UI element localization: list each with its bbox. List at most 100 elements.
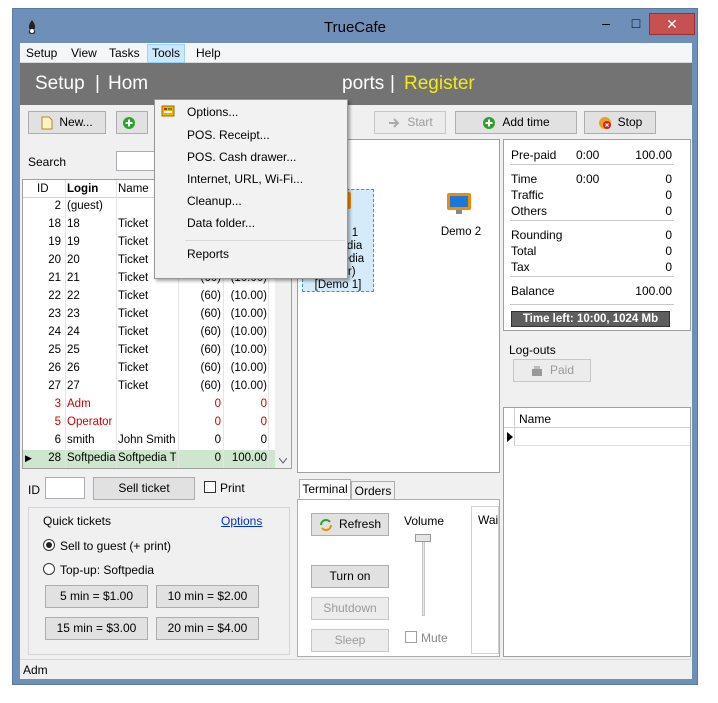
quick-ticket-5min[interactable]: 5 min = $1.00: [45, 585, 148, 608]
billing-amount: 100.00: [635, 148, 672, 162]
billing-amount: 0: [665, 260, 672, 274]
menu-pos-receipt[interactable]: POS. Receipt...: [187, 128, 270, 142]
cell-name: Ticket: [118, 326, 149, 338]
mute-checkbox[interactable]: [405, 631, 417, 643]
menu-options[interactable]: Options...: [187, 105, 238, 119]
cell-a: (60): [200, 344, 221, 356]
cell-id: 2: [54, 200, 61, 212]
column-divider: [116, 180, 117, 468]
billing-divider: [510, 220, 674, 221]
app-window: TrueCafe – □ ✕ Setup View Tasks Tools He…: [12, 8, 698, 685]
billing-amount: 0: [665, 244, 672, 258]
cell-a: (60): [200, 290, 221, 302]
table-row[interactable]: 25 25 Ticket (60) (10.00): [23, 342, 275, 360]
table-row[interactable]: 26 26 Ticket (60) (10.00): [23, 360, 275, 378]
menu-internet[interactable]: Internet, URL, Wi-Fi...: [187, 172, 303, 186]
tab-terminal[interactable]: Terminal: [299, 479, 351, 499]
search-input[interactable]: [116, 151, 156, 171]
quick-ticket-10min[interactable]: 10 min = $2.00: [156, 585, 259, 608]
billing-divider: [510, 304, 674, 305]
cell-name: Ticket: [118, 308, 149, 320]
top-up-label: Top-up: Softpedia: [60, 563, 155, 577]
time-left-indicator: Time left: 10:00, 1024 Mb: [511, 311, 670, 327]
table-row[interactable]: 24 24 Ticket (60) (10.00): [23, 324, 275, 342]
scroll-down-icon[interactable]: [279, 458, 287, 464]
title-bar: TrueCafe – □ ✕: [13, 9, 697, 45]
menu-help[interactable]: Help: [196, 46, 221, 60]
menu-view[interactable]: View: [71, 46, 97, 60]
cell-a: 0: [214, 416, 221, 428]
computer-demo-2[interactable]: Demo 2: [426, 186, 496, 246]
nav-reports[interactable]: ports: [342, 73, 384, 95]
billing-amount: 100.00: [635, 284, 672, 298]
cell-id: 21: [48, 272, 61, 284]
table-row[interactable]: 27 27 Ticket (60) (10.00): [23, 378, 275, 396]
start-button-label: Start: [407, 115, 433, 129]
volume-label: Volume: [404, 514, 445, 528]
maximize-button[interactable]: □: [623, 13, 649, 35]
menu-data-folder[interactable]: Data folder...: [187, 216, 255, 230]
table-row[interactable]: 3 Adm 0 0: [23, 396, 275, 414]
shutdown-button[interactable]: Shutdown: [311, 597, 389, 620]
cell-login: (guest): [67, 200, 103, 212]
turn-on-button[interactable]: Turn on: [311, 565, 389, 588]
billing-label: Tax: [511, 260, 530, 274]
logouts-label: Log-outs: [509, 343, 556, 357]
table-row[interactable]: 23 23 Ticket (60) (10.00): [23, 306, 275, 324]
cell-name: John Smith: [118, 434, 176, 446]
quick-tickets-panel: Quick tickets Options Sell to guest (+ p…: [28, 507, 290, 655]
menu-cleanup[interactable]: Cleanup...: [187, 194, 242, 208]
status-bar: Adm: [20, 659, 692, 679]
sleep-button[interactable]: Sleep: [311, 629, 389, 652]
col-name[interactable]: Name: [118, 183, 149, 195]
stop-button[interactable]: Stop: [584, 111, 656, 134]
paid-button[interactable]: Paid: [513, 359, 591, 382]
close-button[interactable]: ✕: [649, 13, 695, 35]
waiting-list[interactable]: Wai: [471, 506, 499, 654]
sell-ticket-button[interactable]: Sell ticket: [93, 477, 195, 500]
menu-pos-cash-drawer[interactable]: POS. Cash drawer...: [187, 150, 296, 164]
stop-button-label: Stop: [617, 115, 643, 129]
start-button[interactable]: Start: [374, 111, 446, 134]
cell-a: 0: [214, 434, 221, 446]
volume-slider[interactable]: [410, 534, 432, 618]
table-row[interactable]: 5 Operator 0 0: [23, 414, 275, 432]
cell-id: 25: [48, 344, 61, 356]
minimize-button[interactable]: –: [593, 13, 619, 35]
ticket-id-input[interactable]: [45, 477, 85, 499]
client-area: Setup View Tasks Tools Help Setup | Hom …: [20, 43, 692, 679]
quick-ticket-20min[interactable]: 20 min = $4.00: [156, 617, 259, 640]
new-document-icon: [41, 116, 53, 130]
menu-tools[interactable]: Tools: [147, 44, 186, 63]
col-name[interactable]: Name: [519, 412, 551, 426]
table-row[interactable]: 22 22 Ticket (60) (10.00): [23, 288, 275, 306]
nav-register[interactable]: Register: [404, 73, 475, 95]
options-link[interactable]: Options: [221, 514, 262, 528]
menu-setup[interactable]: Setup: [26, 46, 57, 60]
add-time-button[interactable]: Add time: [455, 111, 577, 134]
billing-label: Rounding: [511, 228, 563, 242]
new-button[interactable]: New...: [28, 111, 106, 134]
menu-tasks[interactable]: Tasks: [109, 46, 140, 60]
waiting-header: Wai: [478, 513, 499, 527]
menu-reports[interactable]: Reports: [187, 247, 229, 261]
sell-to-guest-radio[interactable]: [43, 539, 55, 551]
refresh-button[interactable]: Refresh: [311, 513, 389, 536]
nav-setup[interactable]: Setup: [35, 73, 85, 95]
col-id[interactable]: ID: [37, 183, 49, 195]
table-row[interactable]: 6 smith John Smith 0 0: [23, 432, 275, 450]
table-row[interactable]: ▶ 28 Softpedia Softpedia Te 0 100.00: [23, 450, 275, 468]
col-login[interactable]: Login: [67, 183, 98, 195]
cell-name: Softpedia Te: [118, 452, 176, 464]
top-up-radio[interactable]: [43, 563, 55, 575]
nav-home[interactable]: Hom: [108, 73, 148, 95]
volume-thumb[interactable]: [415, 534, 431, 542]
quick-ticket-15min[interactable]: 15 min = $3.00: [45, 617, 148, 640]
cell-id: 28: [48, 452, 61, 464]
logouts-header: Name: [504, 408, 690, 428]
logouts-row[interactable]: [514, 428, 690, 446]
billing-label: Others: [511, 204, 548, 218]
print-checkbox[interactable]: [204, 481, 216, 493]
tab-orders[interactable]: Orders: [351, 481, 395, 501]
add-button[interactable]: [116, 111, 148, 134]
